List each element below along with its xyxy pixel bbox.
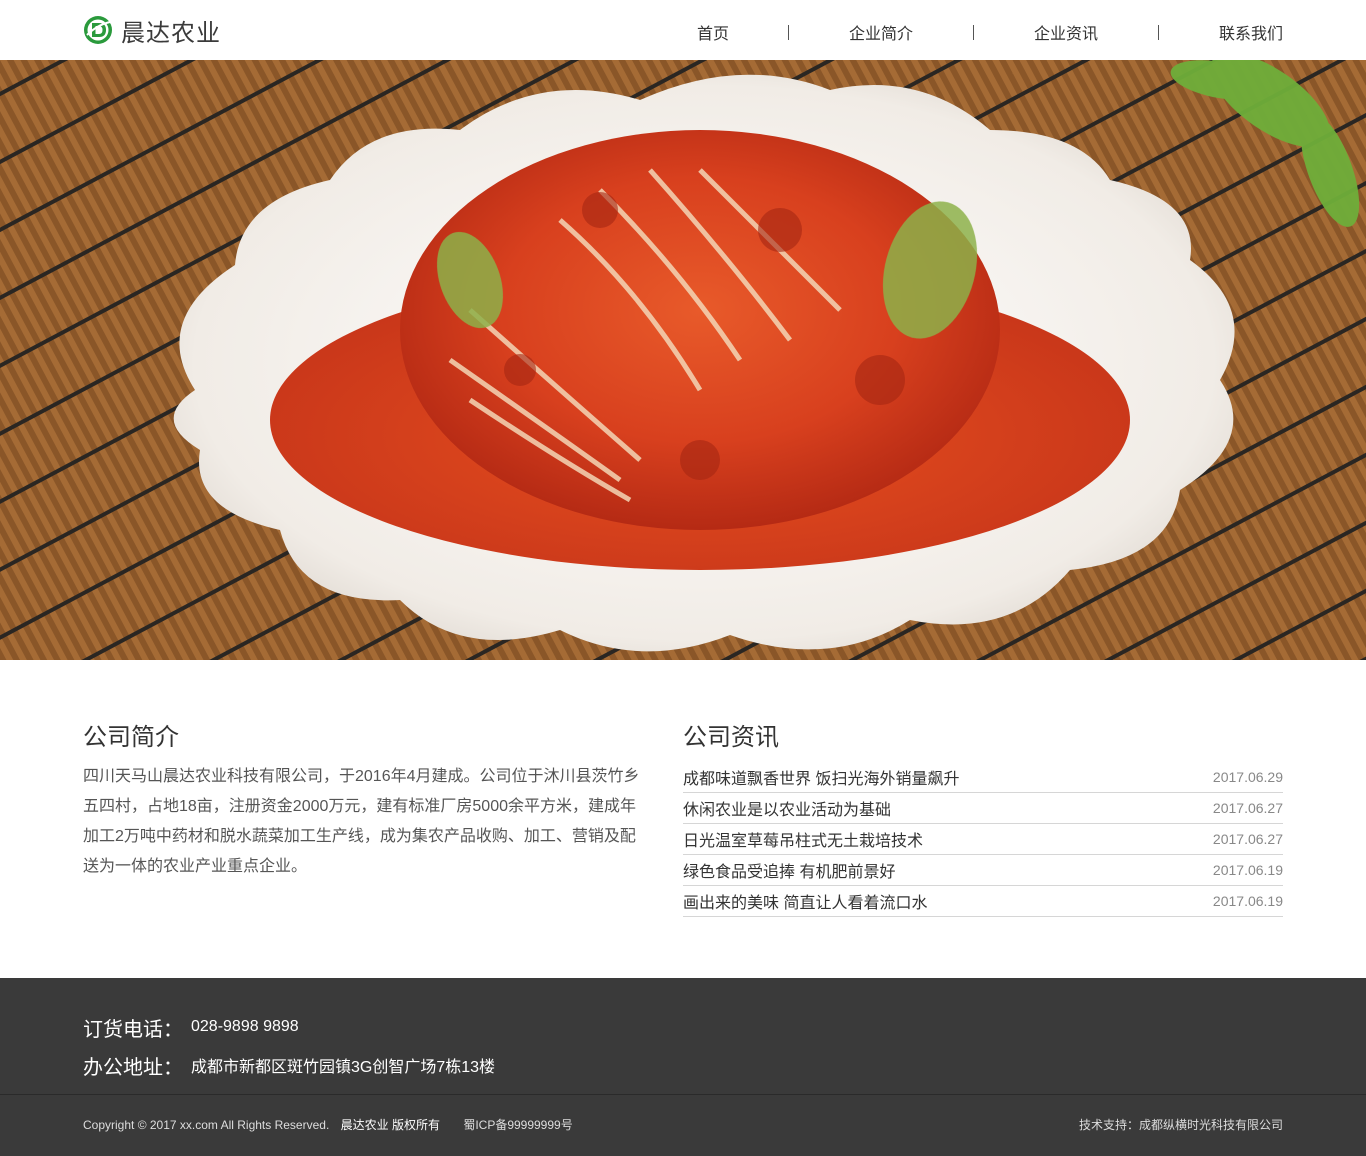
nav-contact[interactable]: 联系我们 (1219, 20, 1283, 44)
news-item-title[interactable]: 绿色食品受追捧 有机肥前景好 (683, 858, 895, 882)
news-item-date: 2017.06.19 (1212, 893, 1283, 909)
main-nav: 首页 企业简介 企业资讯 联系我们 (696, 20, 1283, 44)
nav-divider (973, 24, 974, 40)
tech-support-link[interactable]: 技术支持：成都纵横时光科技有限公司 (1079, 1116, 1283, 1133)
kimchi-plate-image (0, 60, 1366, 660)
news-item-title[interactable]: 日光温室草莓吊柱式无土栽培技术 (683, 827, 923, 851)
phone-label: 订货电话： (83, 1018, 183, 1041)
footer-divider (0, 1094, 1366, 1095)
address-value: 成都市新都区斑竹园镇3G创智广场7栋13楼 (191, 1059, 496, 1076)
nav-news[interactable]: 企业资讯 (1034, 20, 1098, 44)
about-title: 公司简介 (83, 724, 179, 751)
news-section: 公司资讯 成都味道飘香世界 饭扫光海外销量飙升 2017.06.29 休闲农业是… (683, 720, 1283, 917)
news-item-title[interactable]: 休闲农业是以农业活动为基础 (683, 796, 891, 820)
nav-home[interactable]: 首页 (696, 20, 730, 44)
logo-icon (84, 16, 112, 44)
news-item-date: 2017.06.27 (1212, 800, 1283, 816)
news-item-date: 2017.06.27 (1212, 831, 1283, 847)
address-row: 办公地址： 成都市新都区斑竹园镇3G创智广场7栋13楼 (83, 1046, 495, 1084)
address-label: 办公地址： (83, 1056, 183, 1079)
brand-rights: 晨达农业 版权所有 (340, 1118, 440, 1132)
news-item-title[interactable]: 成都味道飘香世界 饭扫光海外销量飙升 (683, 765, 959, 789)
about-text: 四川天马山晨达农业科技有限公司，于2016年4月建成。公司位于沐川县茨竹乡五四村… (83, 768, 640, 875)
news-item-date: 2017.06.19 (1212, 862, 1283, 878)
list-item[interactable]: 休闲农业是以农业活动为基础 2017.06.27 (683, 793, 1283, 824)
logo[interactable]: 晨达农业 (83, 14, 221, 47)
phone-value[interactable]: 028-9898 9898 (191, 1018, 299, 1036)
copyright-block: Copyright © 2017 xx.com All Rights Reser… (83, 1116, 573, 1133)
news-item-title[interactable]: 画出来的美味 简直让人看着流口水 (683, 889, 927, 913)
news-title: 公司资讯 (683, 724, 779, 751)
list-item[interactable]: 成都味道飘香世界 饭扫光海外销量飙升 2017.06.29 (683, 762, 1283, 793)
nav-divider (1158, 24, 1159, 40)
site-header: 晨达农业 首页 企业简介 企业资讯 联系我们 (0, 0, 1366, 60)
icp-link[interactable]: 蜀ICP备99999999号 (463, 1118, 572, 1132)
about-section: 公司简介 四川天马山晨达农业科技有限公司，于2016年4月建成。公司位于沐川县茨… (83, 720, 643, 882)
site-footer: 订货电话： 028-9898 9898 办公地址： 成都市新都区斑竹园镇3G创智… (0, 978, 1366, 1156)
news-item-date: 2017.06.29 (1212, 769, 1283, 785)
nav-about[interactable]: 企业简介 (849, 20, 913, 44)
hero-banner (0, 60, 1366, 660)
logo-text: 晨达农业 (121, 19, 221, 47)
list-item[interactable]: 画出来的美味 简直让人看着流口水 2017.06.19 (683, 886, 1283, 917)
copyright-text: Copyright © 2017 xx.com All Rights Reser… (83, 1118, 330, 1132)
list-item[interactable]: 绿色食品受追捧 有机肥前景好 2017.06.19 (683, 855, 1283, 886)
phone-row: 订货电话： 028-9898 9898 (83, 1008, 495, 1046)
news-list: 成都味道飘香世界 饭扫光海外销量飙升 2017.06.29 休闲农业是以农业活动… (683, 762, 1283, 917)
contact-info: 订货电话： 028-9898 9898 办公地址： 成都市新都区斑竹园镇3G创智… (83, 1008, 495, 1084)
nav-divider (788, 24, 789, 40)
footer-bottom: Copyright © 2017 xx.com All Rights Reser… (83, 1116, 1283, 1133)
list-item[interactable]: 日光温室草莓吊柱式无土栽培技术 2017.06.27 (683, 824, 1283, 855)
